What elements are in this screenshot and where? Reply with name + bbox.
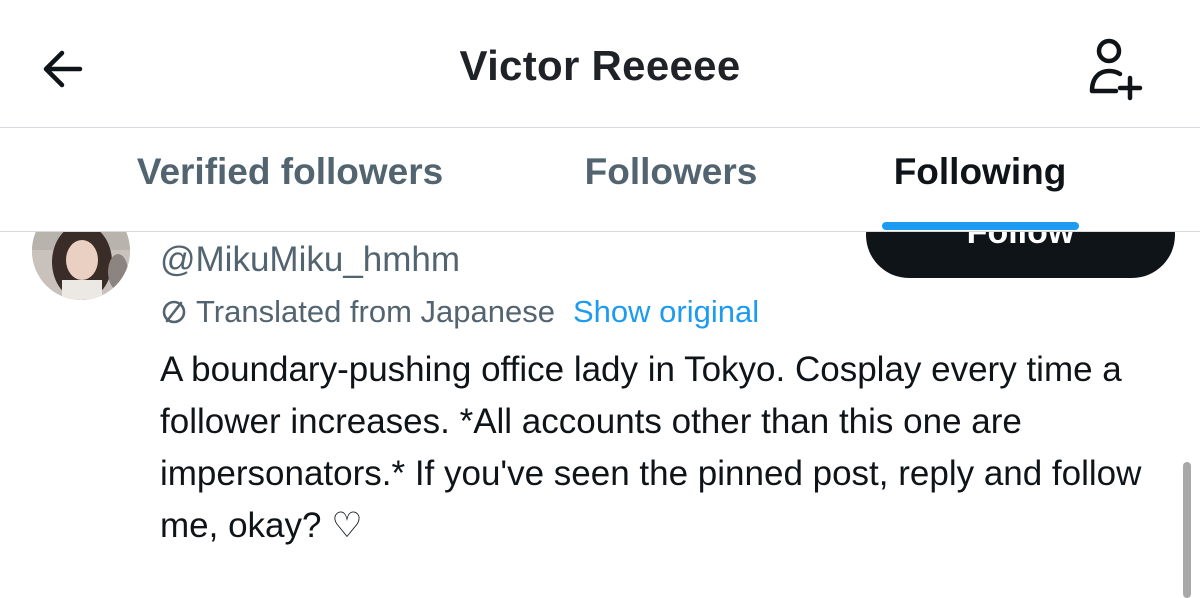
follow-button[interactable]: Follow bbox=[866, 232, 1175, 278]
scrollbar[interactable] bbox=[1183, 462, 1191, 598]
profile-photo bbox=[32, 232, 130, 300]
page-title: Victor Reeeee bbox=[459, 42, 741, 89]
top-bar: Victor Reeeee bbox=[0, 0, 1200, 128]
user-bio: A boundary-pushing office lady in Tokyo.… bbox=[160, 350, 1142, 545]
active-tab-indicator bbox=[882, 222, 1079, 230]
translated-from-label: Translated from Japanese bbox=[196, 294, 555, 329]
translate-icon bbox=[160, 298, 188, 334]
translation-note: Translated from Japanese Show original bbox=[160, 294, 759, 334]
tab-verified-followers[interactable]: Verified followers bbox=[100, 128, 480, 232]
person-add-icon bbox=[1089, 38, 1143, 101]
show-original-link[interactable]: Show original bbox=[573, 294, 759, 329]
tab-followers[interactable]: Followers bbox=[540, 128, 802, 232]
user-list: Follow @MikuMiku_hmhm Translated from Ja… bbox=[0, 232, 1200, 598]
add-user-button[interactable] bbox=[1082, 34, 1154, 104]
tab-bar: Verified followers Followers Following bbox=[0, 128, 1200, 232]
avatar[interactable] bbox=[32, 232, 130, 300]
tab-following[interactable]: Following bbox=[860, 128, 1100, 232]
user-handle[interactable]: @MikuMiku_hmhm bbox=[160, 240, 460, 280]
